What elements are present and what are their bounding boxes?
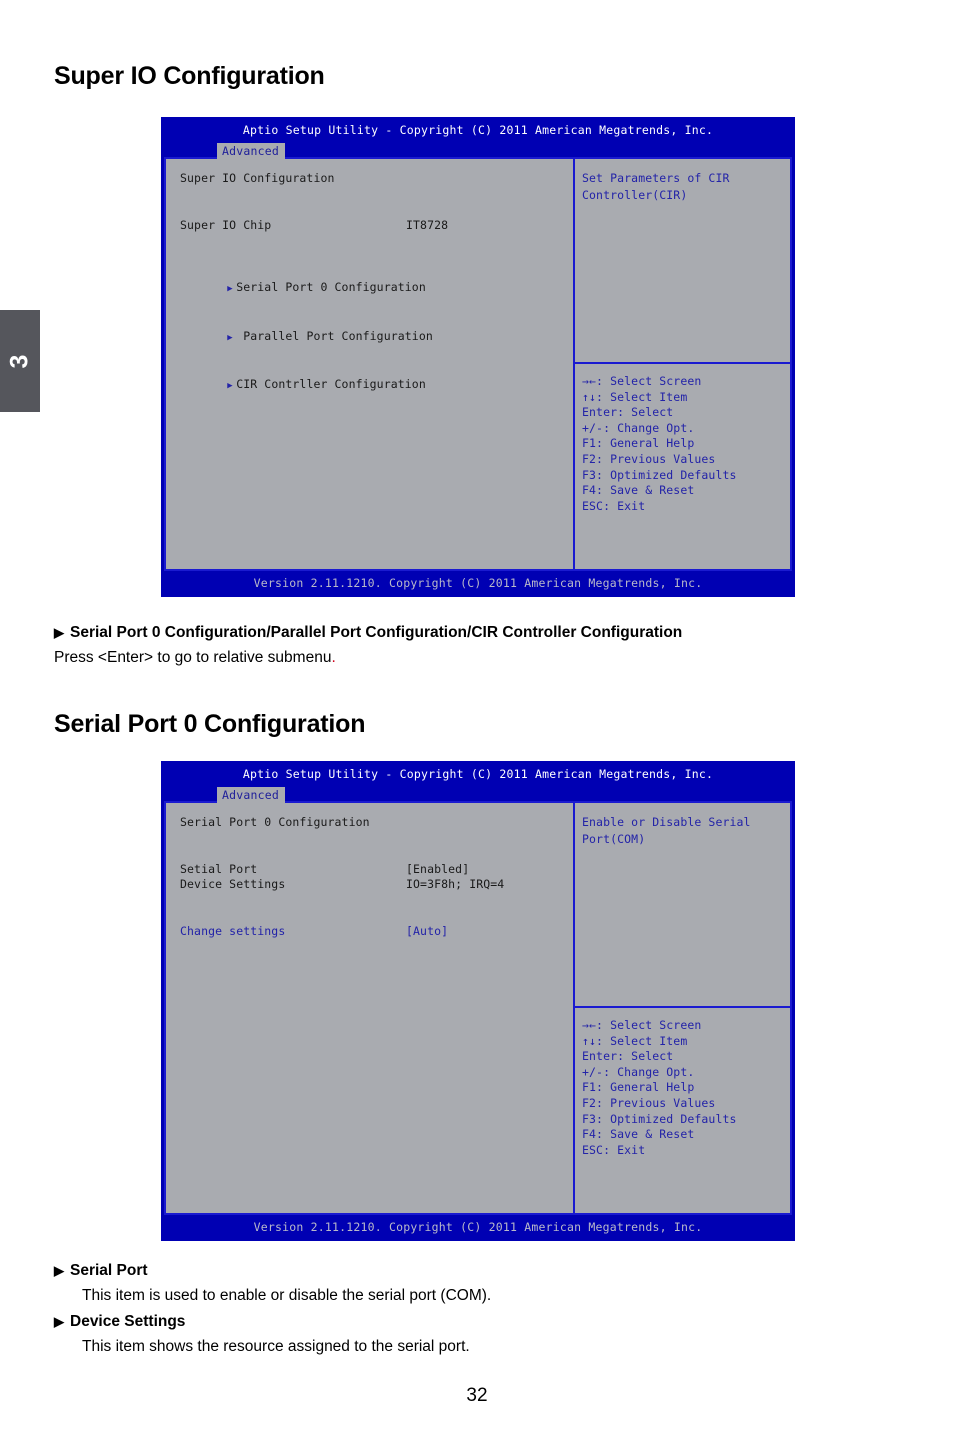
row-label: Device Settings xyxy=(180,877,286,892)
key-change-opt: +/-: Change Opt. xyxy=(582,1064,695,1079)
tab-advanced[interactable]: Advanced xyxy=(217,787,285,803)
bios-key-legend: →←: Select Screen ↑↓: Select Item Enter:… xyxy=(575,1008,790,1213)
section-1-description: ▶ Serial Port 0 Configuration/Parallel Po… xyxy=(54,620,914,671)
bullet-label: Serial Port xyxy=(70,1262,148,1279)
bios-screenshot-serial-port-0: Aptio Setup Utility - Copyright (C) 2011… xyxy=(161,761,795,1241)
triangle-right-icon: ▶ xyxy=(227,332,233,343)
bios-footer: Version 2.11.1210. Copyright (C) 2011 Am… xyxy=(161,573,795,593)
row-serial-port[interactable]: Setial Port [Enabled] xyxy=(166,862,573,878)
help-line: Set Parameters of CIR xyxy=(582,171,730,185)
page-title-serial-port-0: Serial Port 0 Configuration xyxy=(54,710,366,738)
key-esc-exit: ESC: Exit xyxy=(582,498,646,513)
key-general-help: F1: General Help xyxy=(582,1080,695,1095)
submenu-label: Parallel Port Configuration xyxy=(236,328,433,343)
bullet-serial-parallel-cir: ▶ Serial Port 0 Configuration/Parallel Po… xyxy=(54,620,914,645)
bios-section-label: Serial Port 0 Configuration xyxy=(180,815,370,829)
bios-key-legend: →←: Select Screen ↑↓: Select Item Enter:… xyxy=(575,364,790,569)
bios-settings-pane: Super IO Configuration Super IO Chip IT8… xyxy=(166,159,575,569)
bullet-device-settings: ▶ Device Settings xyxy=(54,1309,914,1334)
bios-side-pane: Set Parameters of CIR Controller(CIR) →←… xyxy=(575,159,790,569)
description-text: Press <Enter> to go to relative submenu xyxy=(54,649,332,666)
triangle-right-icon: ▶ xyxy=(54,625,64,640)
row-label: Super IO Chip xyxy=(180,217,272,232)
bios-help-text: Set Parameters of CIR Controller(CIR) xyxy=(575,159,790,364)
row-super-io-chip[interactable]: Super IO Chip IT8728 xyxy=(166,218,573,234)
row-change-settings[interactable]: Change settings [Auto] xyxy=(166,924,573,940)
submenu-label: CIR Contrller Configuration xyxy=(236,377,426,392)
key-select-item: ↑↓: Select Item xyxy=(582,1033,688,1048)
triangle-right-icon: ▶ xyxy=(54,1314,64,1329)
row-label: Change settings xyxy=(180,923,286,938)
key-previous-values: F2: Previous Values xyxy=(582,451,716,466)
chapter-tab-number: 3 xyxy=(5,354,34,368)
submenu-label: Serial Port 0 Configuration xyxy=(236,279,426,294)
help-line: Port(COM) xyxy=(582,832,646,846)
chapter-tab: 3 xyxy=(0,310,40,412)
key-select-item: ↑↓: Select Item xyxy=(582,389,688,404)
help-line: Enable or Disable Serial xyxy=(582,815,751,829)
row-value: [Auto] xyxy=(406,923,449,938)
key-optimized-defaults: F3: Optimized Defaults xyxy=(582,1111,737,1126)
bios-side-pane: Enable or Disable Serial Port(COM) →←: S… xyxy=(575,803,790,1213)
row-value: IT8728 xyxy=(406,217,449,232)
tab-advanced[interactable]: Advanced xyxy=(217,143,285,159)
key-previous-values: F2: Previous Values xyxy=(582,1095,716,1110)
triangle-right-icon: ▶ xyxy=(227,381,233,392)
page-number: 32 xyxy=(466,1385,488,1406)
bios-help-text: Enable or Disable Serial Port(COM) xyxy=(575,803,790,1008)
section-2-description: ▶ Serial Port This item is used to enable… xyxy=(54,1258,914,1360)
key-save-reset: F4: Save & Reset xyxy=(582,1127,695,1142)
key-select-screen: →←: Select Screen xyxy=(582,1018,702,1032)
bullet-label: Device Settings xyxy=(70,1313,186,1330)
key-enter-select: Enter: Select xyxy=(582,405,674,420)
help-line: Controller(CIR) xyxy=(582,188,688,202)
row-label: Setial Port xyxy=(180,861,258,876)
bios-footer: Version 2.11.1210. Copyright (C) 2011 Am… xyxy=(161,1217,795,1237)
bullet-label: Serial Port 0 Configuration/Parallel Por… xyxy=(70,624,683,641)
triangle-right-icon: ▶ xyxy=(54,1263,64,1278)
description-press-enter: Press <Enter> to go to relative submenu. xyxy=(54,645,914,671)
bios-tab-row: Advanced xyxy=(161,140,795,159)
page-title-super-io: Super IO Configuration xyxy=(54,62,325,90)
submenu-serial-port-0[interactable]: ▶ Serial Port 0 Configuration xyxy=(166,264,573,313)
key-optimized-defaults: F3: Optimized Defaults xyxy=(582,467,737,482)
description-device-settings: This item shows the resource assigned to… xyxy=(82,1338,470,1355)
submenu-parallel-port[interactable]: ▶ Parallel Port Configuration xyxy=(166,313,573,362)
description-period: . xyxy=(331,649,336,666)
key-general-help: F1: General Help xyxy=(582,436,695,451)
row-value: [Enabled] xyxy=(406,861,470,876)
bios-settings-pane: Serial Port 0 Configuration Setial Port … xyxy=(166,803,575,1213)
submenu-cir-controller[interactable]: ▶ CIR Contrller Configuration xyxy=(166,362,573,411)
bios-screenshot-super-io: Aptio Setup Utility - Copyright (C) 2011… xyxy=(161,117,795,597)
description-serial-port: This item is used to enable or disable t… xyxy=(82,1287,492,1304)
bios-body: Super IO Configuration Super IO Chip IT8… xyxy=(164,157,792,571)
key-enter-select: Enter: Select xyxy=(582,1049,674,1064)
key-save-reset: F4: Save & Reset xyxy=(582,483,695,498)
bios-section-label: Super IO Configuration xyxy=(180,171,335,185)
bios-title: Aptio Setup Utility - Copyright (C) 2011… xyxy=(161,117,795,140)
row-device-settings[interactable]: Device Settings IO=3F8h; IRQ=4 xyxy=(166,877,573,893)
bios-title: Aptio Setup Utility - Copyright (C) 2011… xyxy=(161,761,795,784)
key-select-screen: →←: Select Screen xyxy=(582,374,702,388)
bios-tab-row: Advanced xyxy=(161,784,795,803)
key-esc-exit: ESC: Exit xyxy=(582,1142,646,1157)
key-change-opt: +/-: Change Opt. xyxy=(582,420,695,435)
row-value: IO=3F8h; IRQ=4 xyxy=(406,877,505,892)
triangle-right-icon: ▶ xyxy=(227,283,233,294)
bullet-serial-port: ▶ Serial Port xyxy=(54,1258,914,1283)
bios-body: Serial Port 0 Configuration Setial Port … xyxy=(164,801,792,1215)
